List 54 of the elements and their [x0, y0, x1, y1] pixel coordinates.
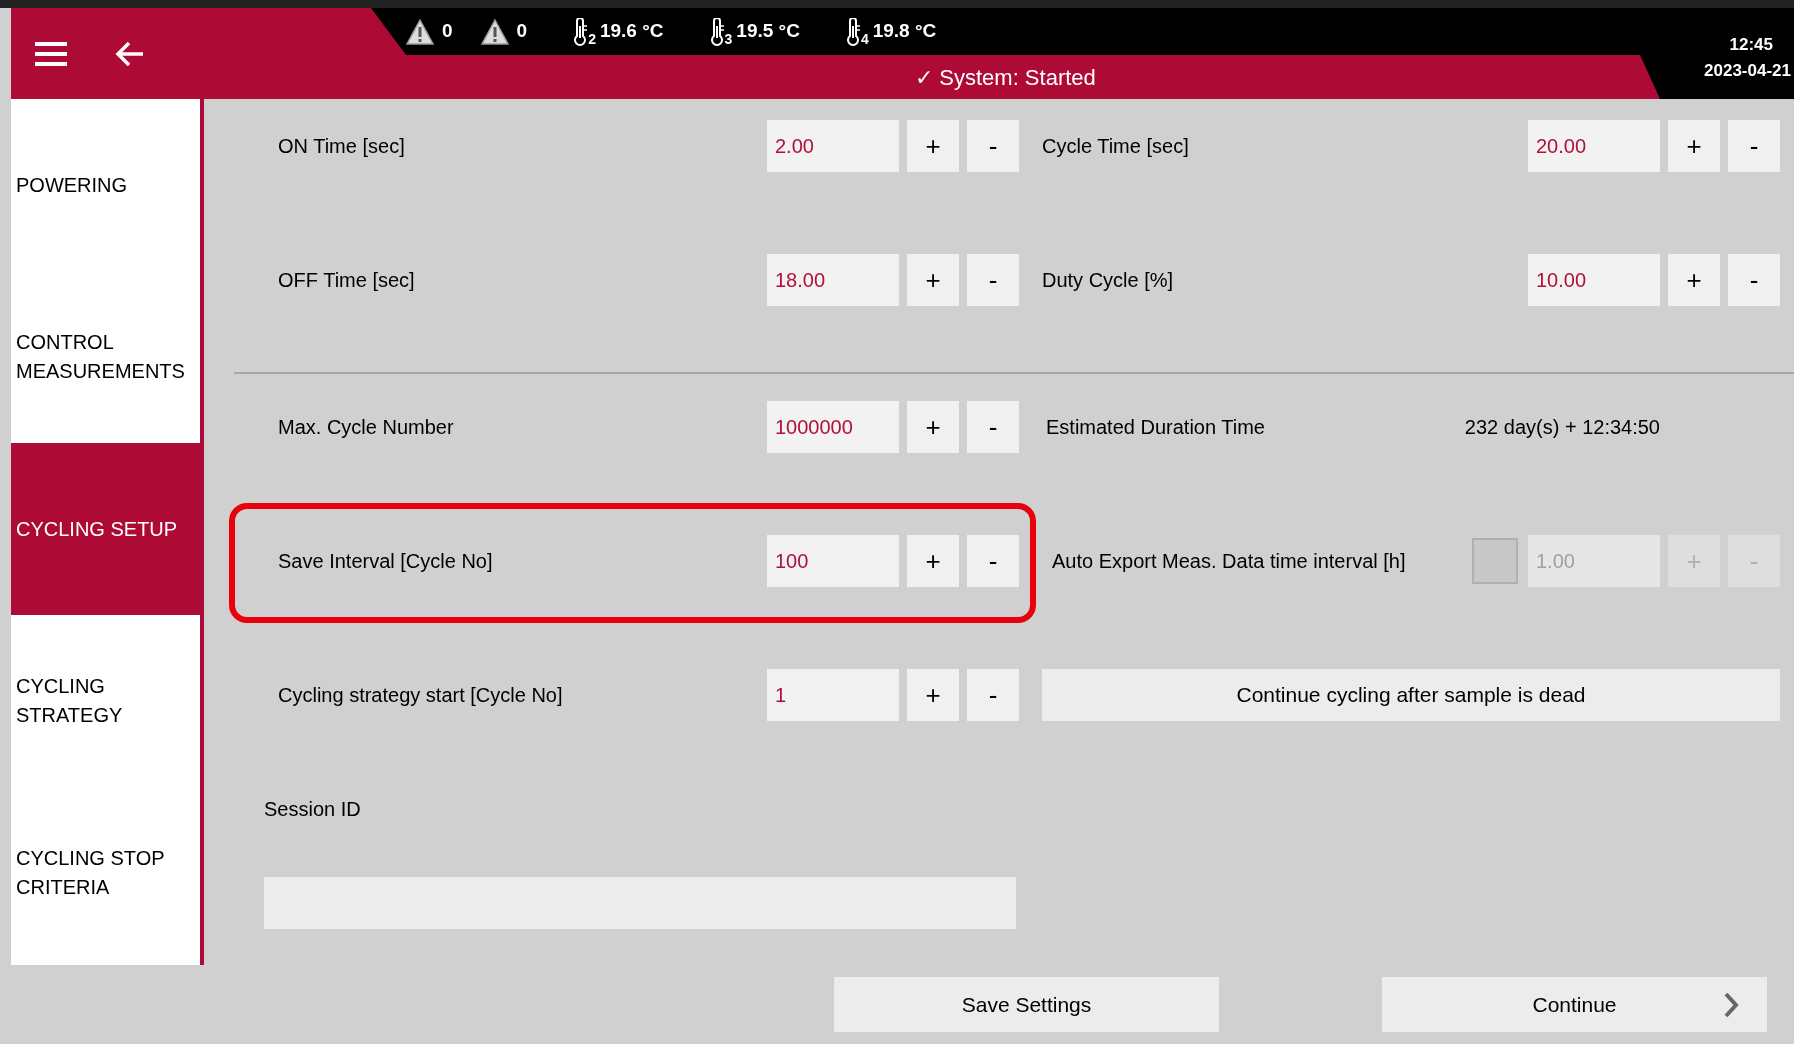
increment-button[interactable]: +	[907, 254, 959, 306]
increment-button[interactable]: +	[907, 535, 959, 587]
menu-icon[interactable]	[35, 40, 67, 67]
setting-label: Estimated Duration Time	[1045, 415, 1265, 440]
save-settings-button[interactable]: Save Settings	[834, 977, 1219, 1032]
continue-cycling-button[interactable]: Continue cycling after sample is dead	[1042, 669, 1780, 721]
number-field[interactable]: 20.00	[1528, 120, 1660, 172]
temperature-reading: 19.6 °C	[599, 19, 664, 44]
decrement-button[interactable]: -	[967, 254, 1019, 306]
back-icon[interactable]	[115, 40, 145, 67]
number-field[interactable]: 18.00	[767, 254, 899, 306]
decrement-button[interactable]: -	[967, 535, 1019, 587]
temperature-reading: 19.5 °C	[736, 19, 800, 44]
setting-label: Cycling strategy start [Cycle No]	[278, 683, 564, 708]
decrement-button[interactable]: -	[967, 120, 1019, 172]
setting-label: OFF Time [sec]	[278, 268, 416, 293]
number-field[interactable]: 2.00	[767, 120, 899, 172]
alarm-count: 0	[516, 19, 528, 44]
setting-label: Save Interval [Cycle No]	[278, 549, 494, 574]
sidebar-tab[interactable]: CYCLING SETUP	[11, 443, 200, 615]
chevron-right-icon	[1723, 990, 1739, 1019]
number-field[interactable]: 100	[767, 535, 899, 587]
sensor-number: 4	[860, 29, 869, 49]
session-id-field[interactable]	[264, 877, 1016, 929]
increment-button[interactable]: +	[907, 401, 959, 453]
setting-label: Cycle Time [sec]	[1042, 134, 1190, 159]
status-text: ✓ System: Started	[915, 63, 1096, 92]
warning-icon	[480, 17, 509, 46]
warning-icon	[406, 17, 434, 46]
thermometer-icon	[571, 17, 589, 46]
continue-button[interactable]: Continue	[1382, 977, 1767, 1032]
increment-button[interactable]: +	[1668, 254, 1720, 306]
duration-value: 232 day(s) + 12:34:50	[1464, 415, 1660, 440]
sensor-number: 3	[724, 29, 733, 49]
setting-label: Max. Cycle Number	[278, 415, 455, 440]
setting-label: Auto Export Meas. Data time interval [h]	[1051, 549, 1407, 574]
setting-label: Duty Cycle [%]	[1042, 268, 1175, 293]
decrement-button[interactable]: -	[1728, 254, 1780, 306]
increment-button[interactable]: +	[1668, 120, 1720, 172]
increment-button[interactable]: +	[907, 120, 959, 172]
decrement-button[interactable]: -	[967, 669, 1019, 721]
clock-time: 12:45	[1729, 34, 1774, 56]
clock-date: 2023-04-21	[1704, 60, 1791, 82]
increment-button[interactable]: +	[907, 669, 959, 721]
temperature-reading: 19.8 °C	[872, 19, 937, 44]
decrement-button[interactable]: -	[1728, 120, 1780, 172]
session-label: Session ID	[264, 797, 362, 822]
number-field[interactable]: 1	[767, 669, 899, 721]
sensor-number: 2	[588, 29, 596, 49]
alarm-count: 0	[442, 19, 453, 44]
number-field[interactable]: 1000000	[767, 401, 899, 453]
decrement-button[interactable]: -	[967, 401, 1019, 453]
number-field[interactable]: 10.00	[1528, 254, 1660, 306]
setting-label: ON Time [sec]	[278, 134, 406, 159]
